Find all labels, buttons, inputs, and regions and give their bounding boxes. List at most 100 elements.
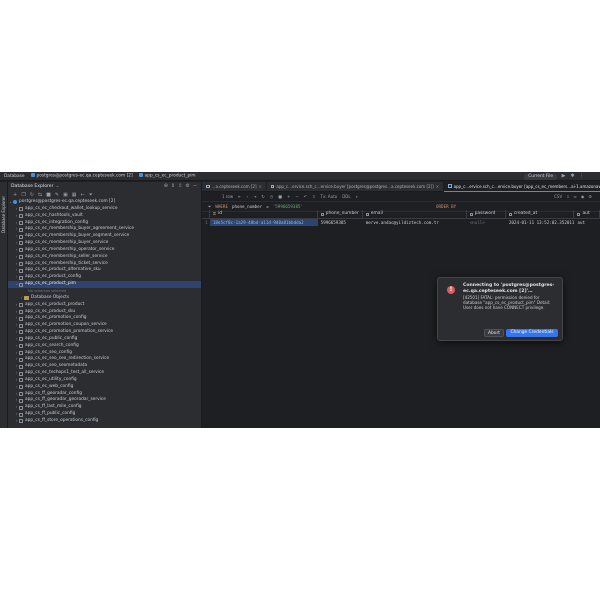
editor-tab[interactable]: app_c…ervice.sch_c…ervice.buyer [app_cs_… [444,182,600,192]
column-header-created_at[interactable]: created_at [506,210,575,218]
expand-icon[interactable]: ⇕ [171,183,175,189]
column-header-phone_number[interactable]: phone_number [318,210,363,218]
tree-item-schema[interactable]: › app_cs_ec_promotion_coupon_service [8,322,201,329]
refresh-icon[interactable]: ↻ [30,192,34,198]
breadcrumb-connection[interactable]: postgres@postgres-ec.qa.cepteseek.com [2… [30,173,133,179]
no-schemas-note: No schemas selected [28,288,67,293]
compare-icon[interactable]: ⇔ [574,194,577,199]
cell-email[interactable]: merve.andac@yildiztech.com.tr [363,219,467,226]
cell-phone_number[interactable]: 5996659385 [318,219,363,226]
tree-item-schema[interactable]: › app_cs_ec_checkout_wallet_lookup_servic… [8,206,201,213]
column-header-password[interactable]: password [467,210,506,218]
tree-item-label: app_cs_ec_web_config [25,383,74,389]
cell-id[interactable]: 18e5cf8c-1a29-48bd-a11d-9d0a81bbdda2 [209,219,318,226]
breadcrumb-schema[interactable]: app_cs_ec_product_pim [138,173,196,179]
history-icon[interactable]: ◷ [270,194,274,199]
add-icon[interactable]: + [13,192,17,198]
edit-icon[interactable]: ✎ [55,192,59,198]
ddl-button[interactable]: DDL [342,194,350,199]
editor-tab-label: app_c…ervice.sch_c…ervice.buyer [app_cs_… [453,183,600,189]
export-icon[interactable]: ⇩ [566,194,569,199]
change-credentials-button[interactable]: Change Credentials [506,329,558,337]
topbar-actions: Current File ▶ ✱ ⋮ [524,173,584,180]
first-page-icon[interactable]: ⇤ [238,194,241,199]
database-explorer-stripe-button[interactable]: Database Explorer [1,196,6,233]
run-icon[interactable]: ▶ [561,174,566,179]
close-icon[interactable]: × [436,182,439,191]
settings-icon[interactable]: ⚙ [588,194,592,199]
column-header-aut[interactable]: aut [574,210,600,218]
tree-item-schema[interactable]: › app_cs_ec_hashtools_vault [8,213,201,220]
result-grid-body: 1 18e5cf8c-1a29-48bd-a11d-9d0a81bbdda2 599… [202,219,600,226]
eye-icon[interactable]: ◉ [581,194,585,199]
explorer-dropdown-icon[interactable]: ⌄ [56,184,60,189]
tree-item-schema[interactable]: › app_cs_ec_membership_buyer_service [8,240,201,247]
add-row-icon[interactable]: + [287,194,290,199]
editor-tab[interactable]: …a.cepteseek.com [2] × [202,182,267,191]
abort-button[interactable]: Abort [484,329,504,337]
schema-icon [138,173,143,178]
column-header-id[interactable]: ⚿ id [210,210,318,218]
copy-icon[interactable]: ❐ [21,192,25,198]
collapse-icon[interactable]: ⇳ [178,183,182,189]
sync-icon[interactable]: ⇆ [38,192,42,198]
filter-icon[interactable]: ⏷ [89,192,93,198]
more-icon[interactable]: ⋮ [579,174,584,179]
tx-mode-dropdown[interactable]: Tx: Auto [321,194,338,199]
table-row[interactable]: 1 18e5cf8c-1a29-48bd-a11d-9d0a81bbdda2 599… [202,219,600,226]
tree-item-schema[interactable]: › app_cs_ec_membership_seller_service [8,254,201,261]
editor-tab[interactable]: app_c…ervice.sch_c…ervice.buyer [postgre… [267,182,445,191]
csv-dropdown[interactable]: CSV [554,194,562,199]
table-icon[interactable]: ▦ [72,192,77,198]
back-icon[interactable]: ← [81,192,85,198]
database-icon [19,398,23,403]
tree-item-label: app_cs_ec_membership_seller_service [25,253,108,259]
tree-item-schema[interactable]: › app_cs_ec_product_product [8,302,201,309]
column-header-label: password [474,211,496,216]
tree-item-schema[interactable]: › app_cs_ec_search_config [8,343,201,350]
rows-count[interactable]: 1 row [222,194,233,199]
database-icon [19,275,23,280]
breadcrumb-database[interactable]: Database [4,174,25,179]
refresh-icon[interactable]: ↻ [261,194,264,199]
tree-item-schema[interactable]: › app_cs_ec_techops1_test_all_service [8,370,201,377]
tree-item-selected-schema[interactable]: ⌄ app_cs_ec_product_pim [8,281,201,288]
tree-item-schema[interactable]: › app_cs_ec_membership_operator_service [8,247,201,254]
tree-item-schema[interactable]: › app_cs_ec_public_config [8,336,201,343]
revert-icon[interactable]: ↶ [304,194,307,199]
column-header-label: created_at [513,211,538,216]
tree-item-label: app_cs_ff_store_operations_config [25,418,99,423]
debug-icon[interactable]: ✱ [570,174,575,179]
target-icon[interactable]: ⊕ [164,183,168,189]
next-page-icon[interactable]: › [246,194,248,199]
cell-password[interactable]: <null> [467,219,506,226]
console-icon[interactable]: ▣ [63,192,68,198]
run-config-dropdown[interactable]: Current File [524,173,557,180]
stop-icon[interactable]: ■ [46,192,51,198]
column-icon [365,212,369,216]
submit-icon[interactable]: ⇧ [312,194,315,199]
column-header-email[interactable]: email [363,210,467,218]
tree-item-schema[interactable]: › app_cs_ec_web_config [8,384,201,391]
last-page-icon[interactable]: ⇥ [253,194,256,199]
stop-icon[interactable]: ■ [278,194,282,199]
tree-item-note: No schemas selected [8,288,201,295]
tree-item-label: app_cs_ec_search_config [25,342,79,348]
tree-item-schema[interactable]: › app_cs_ec_utility_config [8,377,201,384]
tree-item-schema[interactable]: › app_cs_ff_public_config [8,411,201,418]
order-by-field[interactable]: ORDER BY [436,204,456,209]
hide-icon[interactable]: − [193,183,197,189]
database-icon [19,234,23,239]
tree-root-connection[interactable]: ⌄ postgres@postgres-ec.qa.cepteseek.com … [8,199,201,206]
settings-icon[interactable]: ⚙ [185,183,189,189]
tree-item-database-objects[interactable]: › Database Objects [8,295,201,302]
tree-item-schema[interactable]: › app_cs_ec_promotion_promotion_service [8,329,201,336]
cell-aut[interactable]: aut [574,219,600,226]
tree-item-schema[interactable]: › app_cs_ff_store_operations_config [8,418,201,425]
cell-created_at[interactable]: 2024-01-11 13:52:02.352011 [506,219,575,226]
close-icon[interactable]: × [259,182,262,191]
database-icon [19,330,23,335]
remove-row-icon[interactable]: − [295,194,298,199]
dialog-message: [42501] FATAL: permission denied for dat… [463,295,551,310]
search-icon[interactable]: ⌕ [356,194,358,199]
